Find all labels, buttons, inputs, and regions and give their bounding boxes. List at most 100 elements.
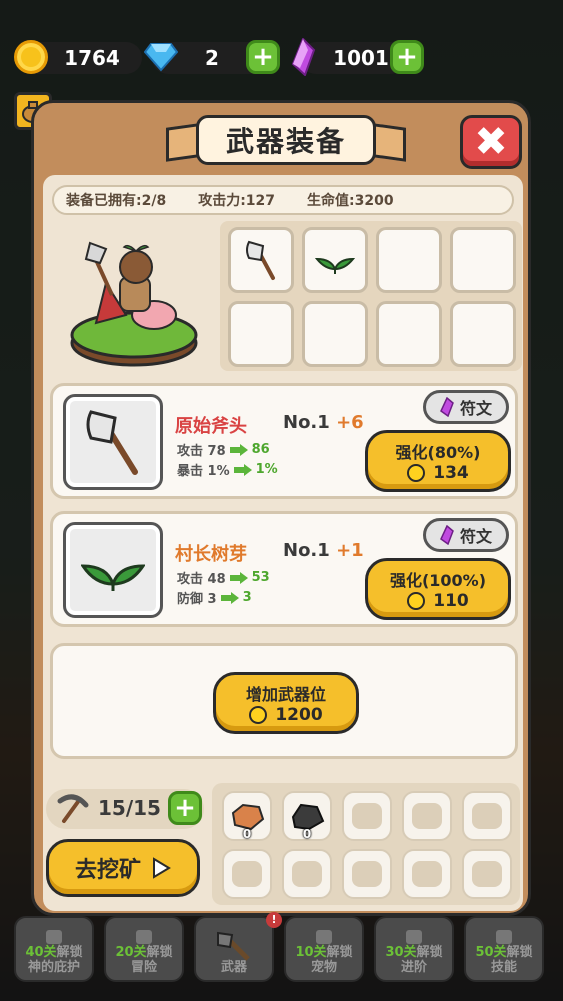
unlock-text: 解锁 [56,945,83,961]
axe-icon [246,240,275,280]
stat-row: 攻击 78 86 [177,440,270,459]
hp-value: 生命值:3200 [307,193,394,209]
stat-label: 攻击 48 [177,572,226,587]
ore-slot-locked [222,849,272,899]
weapon-card: 村长树芽 No.1 +1 攻击 48 53 防御 3 3 符文 强化(100%)… [50,511,518,627]
stat-row: 攻击 48 53 [177,568,270,587]
go-mining-button[interactable]: 去挖矿 [46,839,200,897]
ore-slot[interactable]: 0 [222,791,272,841]
nav-blessing[interactable]: 40关解锁 神的庇护 [14,916,94,982]
rune-button[interactable]: 符文 [423,518,509,552]
add-slot-card: 增加武器位 1200 [50,643,518,759]
ore-slot-locked [402,849,452,899]
slot-empty[interactable] [302,301,368,367]
cost-value: 110 [433,591,469,611]
unlock-level: 10关 [295,945,327,961]
stat-label: 防御 3 [177,592,217,607]
crystal-icon [291,38,316,76]
ore-slot-locked [462,849,512,899]
stat-next: 86 [251,442,270,457]
go-mining-label: 去挖矿 [74,858,141,883]
weapon-rank: No.1 +1 [283,540,364,561]
axe-icon [86,410,138,475]
upgrade-label: 强化(100%) [389,571,487,590]
nav-label: 冒险 [130,960,157,976]
unlock-text: 解锁 [146,945,173,961]
weapon-icon-frame [63,522,163,618]
nav-label: 武器 [220,960,247,976]
weapon-name: 村长树芽 [175,544,247,565]
unlock-level: 50关 [475,945,507,961]
bottom-nav: 40关解锁 神的庇护 20关解锁 冒险 ! 武器 10关解锁 宠物 30关解锁 … [8,912,556,986]
slot-empty[interactable] [376,301,442,367]
close-button[interactable]: ✖ [460,115,522,169]
weapon-icon-frame [63,394,163,490]
slot-axe[interactable] [228,227,294,293]
stat-label: 攻击 78 [177,444,226,459]
hero-preview [56,223,206,373]
slot-sprout[interactable] [302,227,368,293]
nav-adventure[interactable]: 20关解锁 冒险 [104,916,184,982]
cost-value: 1200 [275,705,323,725]
add-weapon-slot-button[interactable]: 增加武器位 1200 [213,672,359,734]
slot-empty[interactable] [450,227,516,293]
lock-icon [46,930,62,945]
upgrade-button[interactable]: 强化(100%) 110 [365,558,511,620]
hero-avatar [70,241,198,367]
upgrade-cost: 110 [407,591,469,611]
stat-label: 暴击 1% [177,464,230,479]
ore-slot-locked [462,791,512,841]
weapon-rank: No.1 +6 [283,412,364,433]
add-crystals-button[interactable]: + [390,40,424,74]
coin-icon [407,464,426,482]
stat-row: 防御 3 3 [177,588,252,607]
ore-slot-locked [342,849,392,899]
upgrade-button[interactable]: 强化(80%) 134 [365,430,511,492]
coin-icon [249,706,268,724]
owned-count: 装备已拥有:2/8 [66,193,167,209]
ore-inventory: 0 0 [212,783,520,905]
stat-row: 暴击 1% 1% [177,460,278,479]
nav-weapon[interactable]: ! 武器 [194,912,282,982]
unlock-level: 30关 [385,945,417,961]
nav-pet[interactable]: 10关解锁 宠物 [284,916,364,982]
nav-label: 进阶 [400,960,427,976]
crystal-icon [440,397,454,417]
slot-empty[interactable] [376,227,442,293]
attack-power: 攻击力:127 [198,193,276,209]
rune-label: 符文 [459,527,492,546]
unlock-text: 解锁 [326,945,353,961]
gold-amount: 1764 [64,46,120,70]
crystal-amount: 1001 [333,46,389,70]
rune-button[interactable]: 符文 [423,390,509,424]
cost-value: 134 [433,463,469,483]
ore-count: 0 [242,827,252,841]
unlock-level: 40关 [25,945,57,961]
unlock-level: 20关 [115,945,147,961]
ore-slot[interactable]: 0 [282,791,332,841]
add-pickaxe-button[interactable]: + [168,791,202,825]
nav-skill[interactable]: 50关解锁 技能 [464,916,544,982]
lock-icon [406,930,422,945]
arrow-right-icon [220,591,239,604]
crystal-icon [440,525,454,545]
nav-advance[interactable]: 30关解锁 进阶 [374,916,454,982]
add-gems-button[interactable]: + [246,40,280,74]
weapon-level: +1 [336,540,364,561]
upgrade-cost: 134 [407,463,469,483]
sprout-icon [315,257,355,274]
ore-slot-locked [402,791,452,841]
slot-empty[interactable] [228,301,294,367]
stats-bar: 装备已拥有:2/8 攻击力:127 生命值:3200 [52,185,514,215]
weapon-level: +6 [336,412,364,433]
sprout-icon [81,564,145,591]
slot-empty[interactable] [450,301,516,367]
unlock-text: 解锁 [416,945,443,961]
ore-count: 0 [302,827,312,841]
lock-icon [496,930,512,945]
stat-next: 3 [242,590,252,605]
pickaxe-count: 15/15 [98,796,161,820]
axe-icon [217,931,250,961]
lock-icon [136,930,152,945]
add-slot-cost: 1200 [249,705,323,725]
